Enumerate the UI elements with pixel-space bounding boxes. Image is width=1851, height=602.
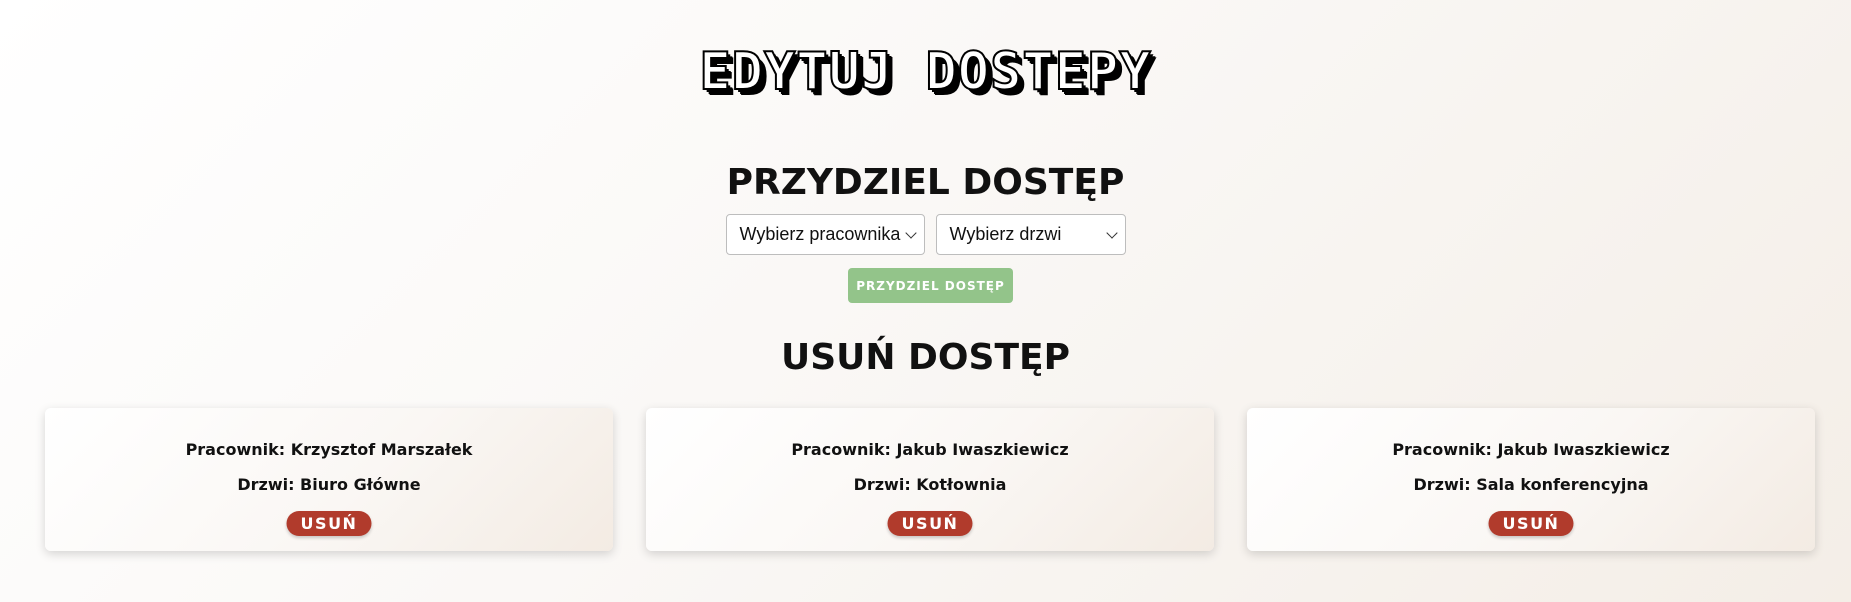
- chevron-down-icon: [904, 227, 917, 239]
- card-door: Drzwi: Biuro Główne: [237, 475, 421, 494]
- card-employee: Pracownik: Jakub Iwaszkiewicz: [791, 440, 1069, 459]
- assign-access-heading: PRZYDZIEL DOSTĘP: [726, 162, 1125, 203]
- door-select[interactable]: Wybierz drzwi: [935, 214, 1126, 255]
- access-cards-list: Pracownik: Krzysztof Marszałek Drzwi: Bi…: [45, 408, 1815, 551]
- access-card: Pracownik: Jakub Iwaszkiewicz Drzwi: Kot…: [646, 408, 1214, 551]
- remove-access-button[interactable]: USUŃ: [887, 511, 973, 536]
- card-employee: Pracownik: Jakub Iwaszkiewicz: [1392, 440, 1670, 459]
- employee-select[interactable]: Wybierz pracownika: [725, 214, 925, 255]
- assign-access-button[interactable]: PRZYDZIEL DOSTĘP: [848, 268, 1013, 303]
- chevron-down-icon: [1105, 227, 1118, 239]
- access-card: Pracownik: Jakub Iwaszkiewicz Drzwi: Sal…: [1247, 408, 1815, 551]
- employee-select-value: Wybierz pracownika: [739, 224, 901, 244]
- card-door: Drzwi: Sala konferencyjna: [1413, 475, 1649, 494]
- remove-access-heading: USUŃ DOSTĘP: [780, 337, 1070, 378]
- access-card: Pracownik: Krzysztof Marszałek Drzwi: Bi…: [45, 408, 613, 551]
- remove-access-button[interactable]: USUŃ: [1488, 511, 1574, 536]
- remove-access-button[interactable]: USUŃ: [286, 511, 372, 536]
- assign-selects-row: Wybierz pracownika Wybierz drzwi: [0, 214, 1851, 255]
- card-door: Drzwi: Kotłownia: [853, 475, 1007, 494]
- door-select-value: Wybierz drzwi: [949, 224, 1062, 244]
- page-title: EDYTUJ DOSTEPY: [698, 41, 1152, 103]
- card-employee: Pracownik: Krzysztof Marszałek: [185, 440, 473, 459]
